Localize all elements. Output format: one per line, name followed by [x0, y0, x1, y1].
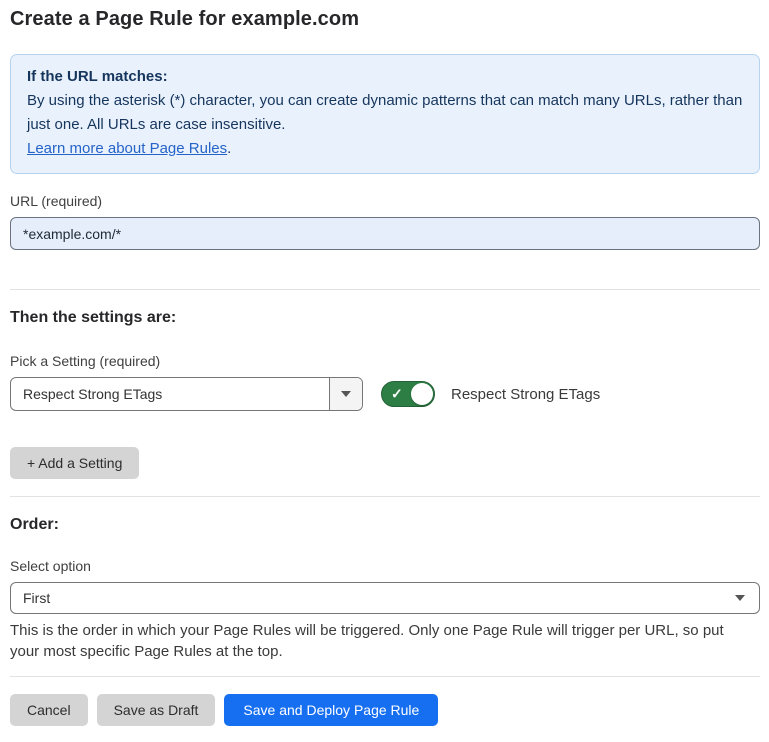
- order-help-text: This is the order in which your Page Rul…: [10, 620, 750, 662]
- toggle-knob: [411, 383, 433, 405]
- url-field-label: URL (required): [10, 193, 760, 209]
- info-box-heading: If the URL matches:: [27, 65, 743, 89]
- url-input[interactable]: [10, 217, 760, 250]
- setting-toggle-group: ✓ Respect Strong ETags: [381, 381, 600, 407]
- setting-row: Respect Strong ETags ✓ Respect Strong ET…: [10, 377, 760, 411]
- divider: [10, 496, 760, 497]
- chevron-down-icon: [735, 595, 745, 601]
- order-select-value: First: [23, 590, 50, 606]
- page-title: Create a Page Rule for example.com: [10, 8, 760, 31]
- info-box-link-row: Learn more about Page Rules.: [27, 137, 743, 161]
- add-setting-button[interactable]: + Add a Setting: [10, 447, 139, 479]
- order-select[interactable]: First: [10, 582, 760, 614]
- url-matches-info-box: If the URL matches: By using the asteris…: [10, 54, 760, 174]
- link-period: .: [227, 140, 231, 157]
- cancel-button[interactable]: Cancel: [10, 694, 88, 726]
- footer-button-row: Cancel Save as Draft Save and Deploy Pag…: [10, 694, 760, 726]
- save-as-draft-button[interactable]: Save as Draft: [97, 694, 216, 726]
- setting-select[interactable]: Respect Strong ETags: [10, 377, 363, 411]
- order-select-label: Select option: [10, 558, 760, 574]
- save-and-deploy-button[interactable]: Save and Deploy Page Rule: [224, 694, 438, 726]
- check-icon: ✓: [391, 386, 403, 400]
- chevron-down-icon: [341, 391, 351, 397]
- divider: [10, 676, 760, 677]
- respect-strong-etags-toggle[interactable]: ✓: [381, 381, 435, 407]
- setting-select-value: Respect Strong ETags: [11, 378, 329, 410]
- learn-more-link[interactable]: Learn more about Page Rules: [27, 140, 227, 157]
- setting-select-arrow-button[interactable]: [329, 378, 362, 410]
- toggle-label: Respect Strong ETags: [451, 386, 600, 403]
- info-box-body: By using the asterisk (*) character, you…: [27, 89, 743, 137]
- settings-section-heading: Then the settings are:: [10, 309, 760, 327]
- order-section-heading: Order:: [10, 516, 760, 534]
- divider: [10, 289, 760, 290]
- pick-setting-label: Pick a Setting (required): [10, 353, 760, 369]
